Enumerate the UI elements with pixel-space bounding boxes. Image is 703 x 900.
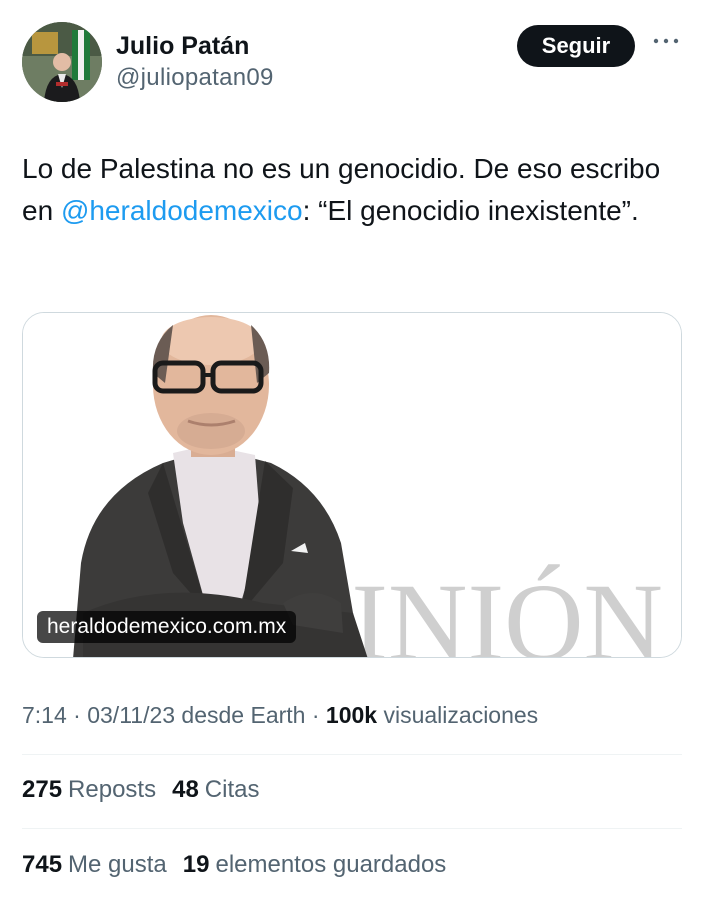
bookmarks-label: elementos guardados xyxy=(215,851,447,878)
bookmarks-stat[interactable]: 19 elementos guardados xyxy=(183,851,447,878)
quotes-count: 48 xyxy=(172,776,199,803)
author-handle[interactable]: @juliopatan09 xyxy=(116,64,274,92)
avatar-image xyxy=(22,22,102,102)
author-name[interactable]: Julio Patán xyxy=(116,32,249,61)
card-domain: heraldodemexico.com.mx xyxy=(37,611,297,643)
reposts-stat[interactable]: 275 Reposts xyxy=(22,776,156,803)
tweet-source: desde Earth xyxy=(175,702,306,728)
reposts-label: Reposts xyxy=(68,776,157,803)
divider xyxy=(22,828,682,829)
likes-label: Me gusta xyxy=(68,851,167,878)
stats-row-reposts: 275 Reposts 48 Citas xyxy=(22,776,259,804)
more-dots-icon[interactable] xyxy=(650,30,682,52)
tweet-meta: 7:14 · 03/11/23 desde Earth · 100k visua… xyxy=(22,702,538,729)
bookmarks-count: 19 xyxy=(182,851,210,878)
tweet-text-end: : “El genocidio inexistente”. xyxy=(302,195,639,226)
mention-link[interactable]: @heraldodemexico xyxy=(61,195,303,226)
article-photo: PINIÓN xyxy=(23,313,681,657)
tweet-text: Lo de Palestina no es un genocidio. De e… xyxy=(22,148,682,232)
likes-stat[interactable]: 745 Me gusta xyxy=(22,851,167,878)
meta-sep: · xyxy=(305,702,326,728)
tweet-date[interactable]: 03/11/23 xyxy=(87,702,175,728)
likes-count: 745 xyxy=(22,851,63,878)
link-card[interactable]: PINIÓN heraldodemexico.com.mx xyxy=(22,312,682,658)
quotes-label: Citas xyxy=(204,776,260,803)
stats-row-likes: 745 Me gusta 19 elementos guardados xyxy=(22,851,446,879)
tweet-time[interactable]: 7:14 xyxy=(22,702,67,728)
follow-button[interactable]: Seguir xyxy=(517,25,635,67)
divider xyxy=(22,754,682,755)
reposts-count: 275 xyxy=(22,776,63,803)
tweet-header: Julio Patán @juliopatan09 Seguir xyxy=(0,0,703,110)
author-avatar[interactable] xyxy=(22,22,102,102)
meta-sep: · xyxy=(66,702,88,728)
views-label: visualizaciones xyxy=(377,702,539,728)
quotes-stat[interactable]: 48 Citas xyxy=(172,776,259,803)
views-count: 100k xyxy=(325,702,378,728)
